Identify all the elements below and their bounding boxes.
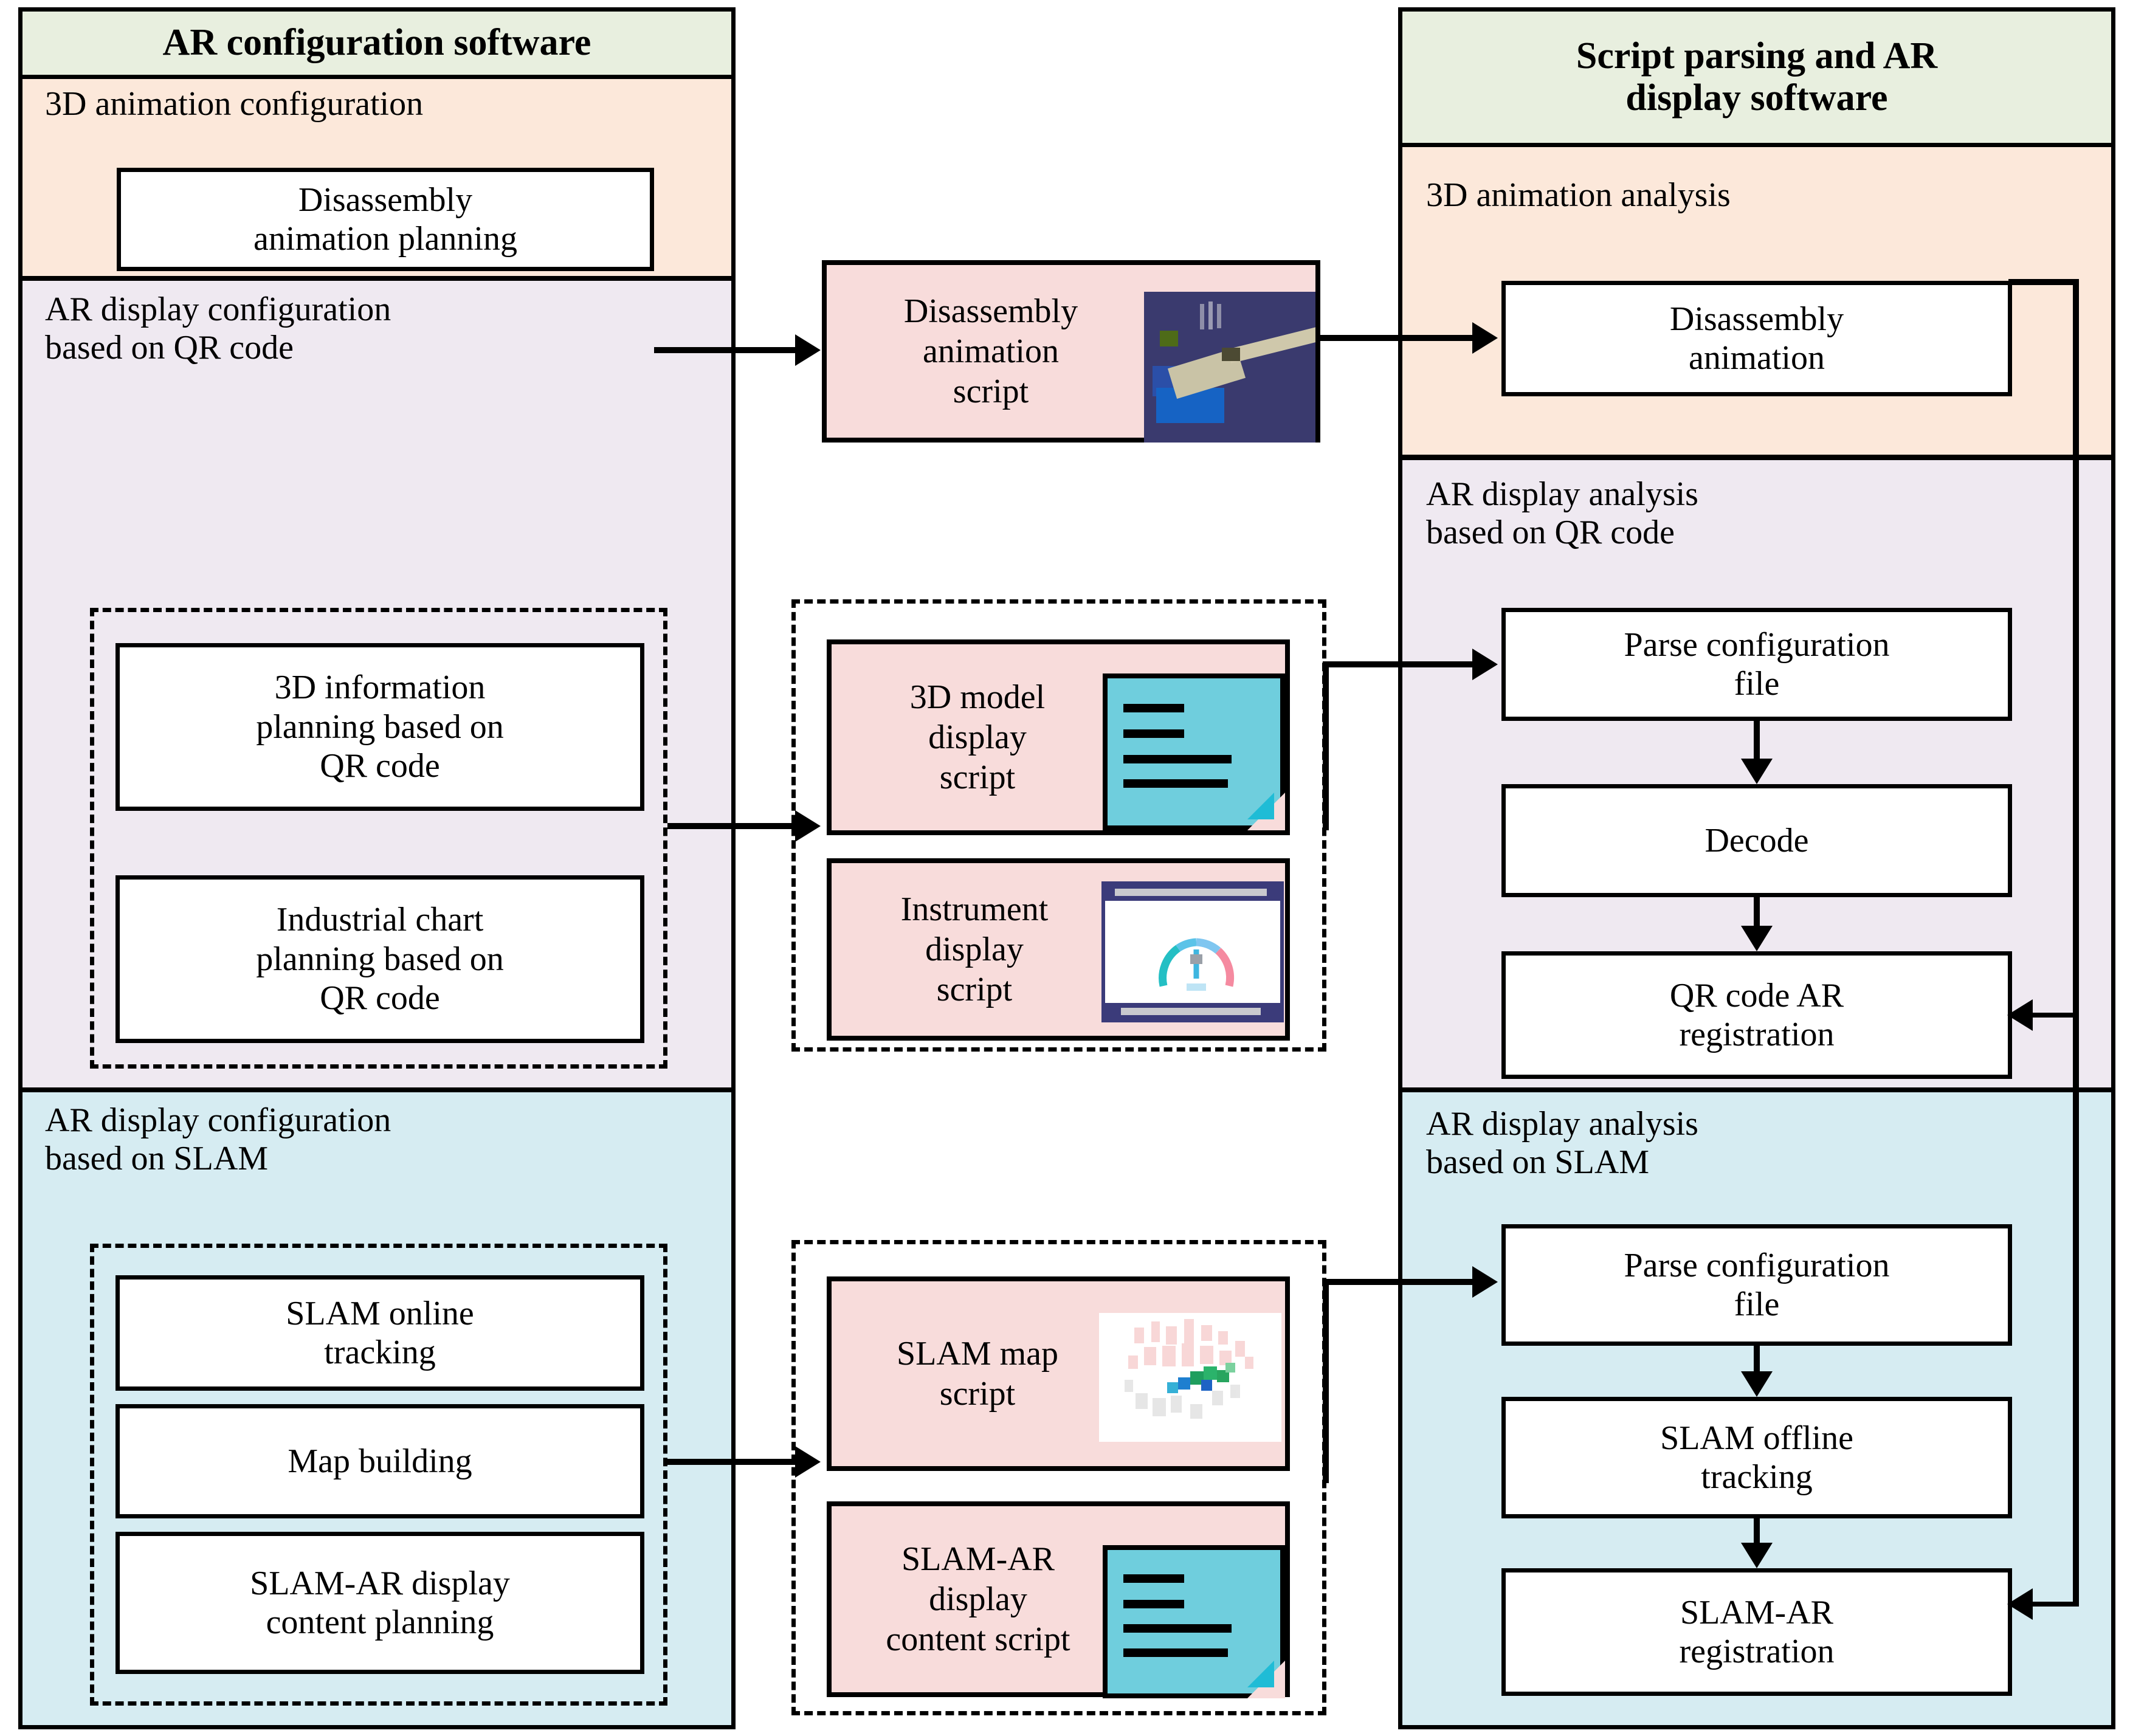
connector-offline-tracking-to-slam-registration — [1754, 1518, 1760, 1544]
left-section-1-title: 3D animation configuration — [45, 85, 424, 123]
page-fold-triangle — [1247, 1661, 1274, 1687]
arrowhead-to-slam-parse-configuration-file-2 — [1472, 1266, 1498, 1298]
node-slam-ar-display-content-planning[interactable]: SLAM-AR display content planning — [115, 1532, 644, 1674]
arrowhead-to-disassembly-animation — [1472, 322, 1498, 354]
arrowhead-to-qr-registration — [1741, 926, 1773, 951]
node-3d-information-planning-qr[interactable]: 3D information planning based on QR code — [115, 643, 644, 811]
node-slam-offline-tracking[interactable]: SLAM offline tracking — [1501, 1397, 2012, 1518]
node-slam-parse-configuration-file[interactable]: Parse configuration file — [1501, 1224, 2012, 1346]
node-qr-code-ar-registration[interactable]: QR code AR registration — [1501, 951, 2012, 1079]
connector-slam-planning-to-slam-scripts — [667, 1459, 796, 1465]
connector-decode-to-qr-registration — [1754, 897, 1760, 928]
page-fold-triangle — [1247, 793, 1274, 819]
arrowhead-to-animation-script — [795, 334, 821, 366]
arrowhead-feedback-to-slam-registration — [2007, 1588, 2033, 1620]
connector-animation-script-to-disassembly-animation — [1320, 335, 1473, 341]
script-slam-ar-display-content-label: SLAM-AR display content script — [886, 1540, 1070, 1659]
right-column-header: Script parsing and AR display software — [1398, 7, 2115, 147]
arrowhead-to-qr-scripts — [795, 810, 821, 842]
connector-slam-scripts-to-parse-vertical — [1323, 1279, 1329, 1483]
script-3d-model-display[interactable]: 3D model display script — [827, 639, 1290, 835]
connector-parse-to-decode — [1754, 721, 1760, 761]
arrowhead-to-decode — [1741, 759, 1773, 784]
script-slam-map[interactable]: SLAM map script — [827, 1276, 1290, 1471]
arrowhead-to-slam-ar-registration — [1741, 1543, 1773, 1568]
node-slam-ar-registration[interactable]: SLAM-AR registration — [1501, 1568, 2012, 1696]
arrowhead-to-slam-scripts — [795, 1446, 821, 1478]
feedback-bus-to-slam-registration — [2033, 1602, 2079, 1607]
slam-point-cloud-map-thumbnail — [1099, 1313, 1281, 1442]
node-qr-decode[interactable]: Decode — [1501, 784, 2012, 897]
script-instrument-display[interactable]: Instrument display script — [827, 858, 1290, 1041]
script-slam-map-label: SLAM map script — [897, 1334, 1058, 1413]
right-section-1-title: 3D animation analysis — [1426, 176, 1731, 214]
left-header-label: AR configuration software — [162, 22, 591, 64]
document-page-icon — [1103, 673, 1285, 830]
node-industrial-chart-planning-qr[interactable]: Industrial chart planning based on QR co… — [115, 875, 644, 1043]
left-section-2-title: AR display configuration based on QR cod… — [45, 291, 391, 367]
feedback-bus-to-qr-registration — [2033, 1013, 2079, 1018]
connector-slam-parse-to-offline-tracking — [1754, 1346, 1760, 1373]
node-disassembly-animation[interactable]: Disassembly animation — [1501, 281, 2012, 396]
right-section-3-title: AR display analysis based on SLAM — [1426, 1105, 1698, 1181]
right-section-2-title: AR display analysis based on QR code — [1426, 475, 1698, 551]
connector-planning-to-animation-script — [654, 347, 796, 353]
left-column-header: AR configuration software — [18, 7, 736, 79]
disassembly-animation-thumbnail — [1144, 292, 1315, 443]
node-qr-parse-configuration-file[interactable]: Parse configuration file — [1501, 608, 2012, 721]
connector-qr-scripts-to-parse-horizontal — [1323, 661, 1473, 667]
script-disassembly-animation-label: Disassembly animation script — [903, 292, 1078, 411]
connector-qr-scripts-to-parse-vertical — [1323, 661, 1329, 830]
document-page-icon — [1103, 1545, 1285, 1698]
node-disassembly-animation-planning[interactable]: Disassembly animation planning — [117, 168, 654, 271]
right-header-label: Script parsing and AR display software — [1576, 35, 1938, 119]
script-instrument-display-label: Instrument display script — [900, 890, 1049, 1009]
feedback-bus-top-horizontal — [2008, 279, 2079, 285]
connector-slam-scripts-to-parse-horizontal — [1323, 1279, 1473, 1285]
left-section-3-title: AR display configuration based on SLAM — [45, 1101, 391, 1177]
feedback-bus-vertical — [2073, 279, 2079, 1604]
arrowhead-to-slam-offline-tracking — [1741, 1371, 1773, 1397]
script-slam-ar-display-content[interactable]: SLAM-AR display content script — [827, 1501, 1290, 1698]
script-3d-model-display-label: 3D model display script — [909, 678, 1046, 797]
connector-qr-planning-to-qr-scripts — [667, 823, 796, 829]
instrument-gauge-thumbnail — [1101, 881, 1284, 1022]
arrowhead-feedback-to-qr-registration — [2007, 999, 2033, 1031]
script-disassembly-animation[interactable]: Disassembly animation script — [822, 260, 1320, 443]
arrowhead-to-qr-parse-configuration-file — [1472, 649, 1498, 680]
node-slam-online-tracking[interactable]: SLAM online tracking — [115, 1275, 644, 1391]
node-map-building[interactable]: Map building — [115, 1404, 644, 1518]
